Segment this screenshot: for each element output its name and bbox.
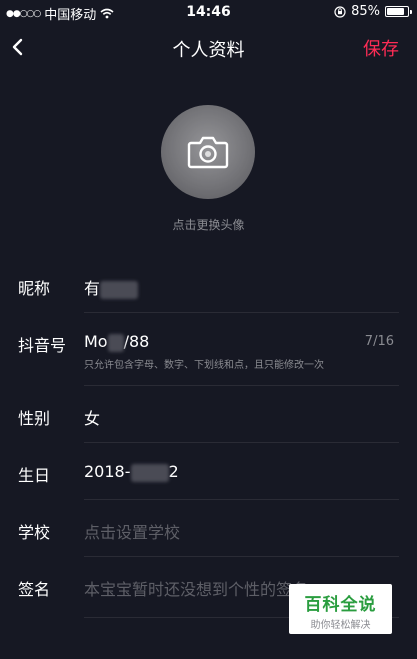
gender-value[interactable]: 女: [84, 405, 100, 429]
baike-watermark-logo: 百科全说 助你轻松解决: [289, 584, 392, 634]
page-title: 个人资料: [172, 40, 245, 61]
divider: [84, 442, 399, 443]
divider: [84, 499, 399, 500]
birthday-prefix: 2018-: [84, 462, 131, 481]
avatar[interactable]: [161, 105, 255, 199]
school-row[interactable]: 学校 点击设置学校: [18, 518, 399, 558]
birthday-value[interactable]: 2018- 2: [84, 462, 179, 482]
gender-label: 性别: [18, 409, 51, 428]
nav-bar: 个人资料 保存: [0, 24, 417, 70]
battery-level: [387, 8, 404, 15]
rotation-lock-icon: [334, 5, 346, 18]
douyin-id-label: 抖音号: [18, 336, 67, 355]
battery-percent: 85%: [351, 4, 380, 19]
battery-icon: [385, 6, 412, 17]
gender-row[interactable]: 性别 女: [18, 404, 399, 444]
nickname-blurred: [100, 280, 139, 299]
birthday-blurred: [130, 463, 169, 482]
school-input[interactable]: 点击设置学校: [84, 519, 180, 543]
douyin-id-prefix: Mo: [84, 332, 108, 351]
douyin-id-hint: 只允许包含字母、数字、下划线和点，且只能修改一次: [84, 360, 324, 371]
school-label: 学校: [18, 523, 51, 542]
nickname-text: 有: [84, 279, 101, 298]
watermark-title: 百科全说: [304, 595, 377, 615]
douyin-id-blurred: [107, 333, 124, 352]
nickname-row[interactable]: 昵称 有: [18, 270, 399, 313]
save-button[interactable]: 保存: [363, 35, 399, 61]
douyin-id-row[interactable]: 抖音号 Mo/88 7/16 只允许包含字母、数字、下划线和点，且只能修改一次: [18, 331, 399, 386]
douyin-id-value[interactable]: Mo/88: [84, 332, 149, 352]
camera-icon: [187, 136, 229, 169]
douyin-id-counter: 7/16: [364, 334, 394, 349]
status-bar: ●●○○○ 中国移动 14:46 85%: [0, 0, 417, 24]
signature-input[interactable]: 本宝宝暂时还没想到个性的签名: [84, 576, 308, 600]
birthday-row[interactable]: 生日 2018- 2: [18, 461, 399, 501]
watermark-subtitle: 助你轻松解决: [310, 620, 371, 631]
birthday-label: 生日: [18, 466, 51, 485]
divider: [84, 312, 399, 313]
birthday-suffix: 2: [168, 462, 179, 481]
signature-label: 签名: [18, 580, 51, 599]
nickname-value[interactable]: 有: [84, 275, 139, 299]
change-avatar-hint[interactable]: 点击更换头像: [0, 216, 417, 233]
nickname-label: 昵称: [18, 279, 51, 298]
divider: [84, 556, 399, 557]
status-right: 85%: [334, 4, 412, 19]
divider: [84, 385, 399, 386]
douyin-id-suffix: /88: [123, 332, 150, 351]
